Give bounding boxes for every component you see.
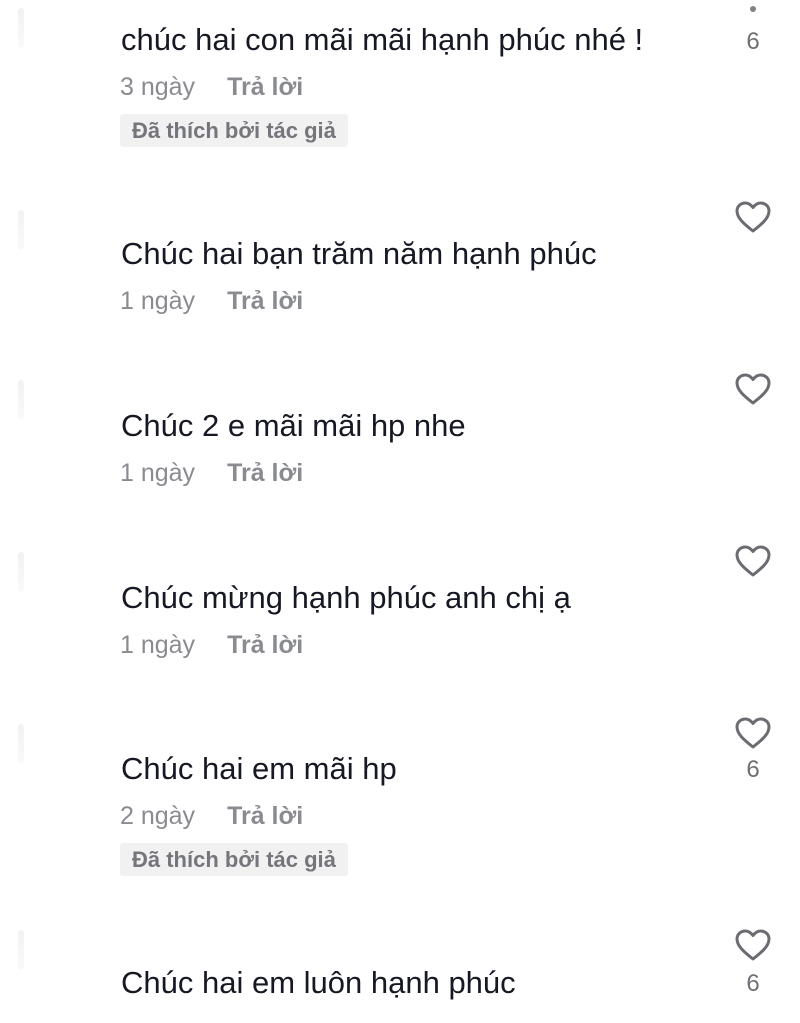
comment-meta: 2 ngày Trả lời [120, 801, 303, 831]
reply-button[interactable]: Trả lời [227, 802, 303, 830]
comment-meta: 1 ngày Trả lời [120, 286, 303, 316]
comment-time: 3 ngày [120, 73, 196, 101]
heart-outline-icon [735, 717, 771, 749]
like-button[interactable] [733, 200, 773, 234]
reply-button[interactable]: Trả lời [227, 631, 303, 659]
heart-outline-icon [735, 373, 771, 405]
comment-text: Chúc 2 e mãi mãi hp nhe [121, 408, 466, 443]
liked-by-author-badge: Đã thích bởi tác giả [120, 114, 348, 147]
comment-meta: 3 ngày Trả lời [120, 72, 303, 102]
like-button[interactable] [733, 372, 773, 406]
reply-button[interactable]: Trả lời [227, 73, 303, 101]
heart-outline-icon [735, 201, 771, 233]
avatar[interactable] [18, 552, 24, 592]
like-button[interactable]: 6 [733, 0, 773, 55]
avatar[interactable] [18, 8, 24, 48]
comment-text: Chúc hai em mãi hp [121, 751, 397, 786]
comment-meta: 1 ngày Trả lời [120, 458, 303, 488]
reply-button[interactable]: Trả lời [227, 287, 303, 315]
comment-text: Chúc hai bạn trăm năm hạnh phúc [121, 236, 597, 271]
reply-button[interactable]: Trả lời [227, 459, 303, 487]
like-count: 6 [746, 28, 760, 55]
comment-time: 2 ngày [120, 802, 196, 830]
comment-text: chúc hai con mãi mãi hạnh phúc nhé ! [121, 22, 644, 57]
comment-text: Chúc mừng hạnh phúc anh chị ạ [121, 580, 571, 615]
like-button[interactable]: 6 [733, 928, 773, 997]
avatar[interactable] [18, 380, 24, 420]
avatar[interactable] [18, 210, 24, 250]
heart-icon-edge [750, 6, 756, 12]
like-button[interactable]: 6 [733, 716, 773, 783]
avatar[interactable] [18, 724, 24, 764]
avatar[interactable] [18, 930, 24, 970]
comment-text: Chúc hai em luôn hạnh phúc [121, 965, 516, 1000]
like-count: 6 [746, 970, 760, 997]
like-count: 6 [746, 756, 760, 783]
liked-by-author-badge: Đã thích bởi tác giả [120, 843, 348, 876]
comment-time: 1 ngày [120, 287, 196, 315]
comment-time: 1 ngày [120, 631, 196, 659]
comment-time: 1 ngày [120, 459, 196, 487]
heart-outline-icon [735, 929, 771, 961]
heart-outline-icon [735, 545, 771, 577]
like-button[interactable] [733, 544, 773, 578]
comment-meta: 1 ngày Trả lời [120, 630, 303, 660]
